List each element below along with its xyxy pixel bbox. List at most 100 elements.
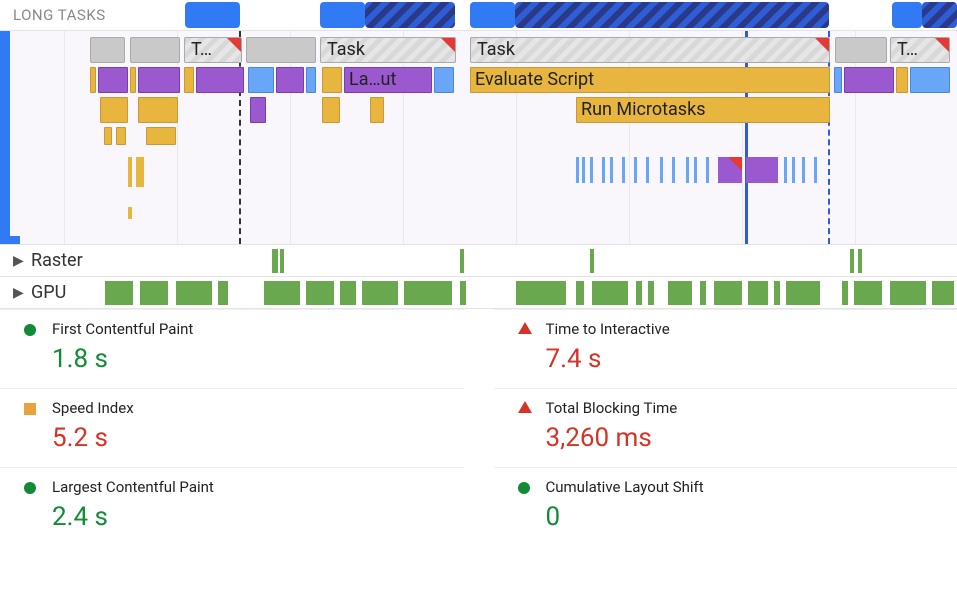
gpu-bar[interactable] (714, 281, 742, 305)
task-segment[interactable]: Task (470, 37, 830, 63)
gpu-bar[interactable] (890, 281, 926, 305)
disclosure-triangle-icon[interactable]: ▶ (13, 253, 24, 269)
metric-value: 7.4 s (546, 344, 948, 374)
flame-event[interactable]: La…ut (344, 67, 432, 93)
metric-speed-index[interactable]: Speed Index 5.2 s (0, 388, 464, 467)
task-segment[interactable] (130, 37, 180, 63)
task-segment[interactable] (90, 37, 125, 63)
flame-event[interactable] (746, 157, 778, 183)
gpu-bar[interactable] (786, 281, 820, 305)
flame-event[interactable] (276, 67, 304, 93)
flame-event[interactable] (146, 127, 176, 145)
gpu-bar[interactable] (748, 281, 768, 305)
raster-track[interactable]: ▶ Raster (0, 245, 957, 277)
gpu-track[interactable]: ▶ GPU (0, 277, 957, 309)
status-poor-icon (518, 401, 532, 413)
long-task-bar[interactable] (365, 2, 455, 28)
gpu-bar[interactable] (404, 281, 452, 305)
metric-label: Speed Index (52, 399, 454, 417)
task-segment[interactable] (835, 37, 887, 63)
metric-tti[interactable]: Time to Interactive 7.4 s (494, 309, 957, 388)
long-task-bar[interactable] (922, 2, 957, 28)
flame-event[interactable] (90, 67, 96, 93)
raster-bar[interactable] (850, 249, 854, 273)
timeline-gutter (0, 31, 10, 244)
tick-area (90, 157, 957, 237)
gpu-bar[interactable] (854, 281, 882, 305)
gpu-bar[interactable] (592, 281, 628, 305)
flame-event[interactable] (322, 67, 342, 93)
flame-event[interactable] (306, 67, 316, 93)
flame-event-evaluate-script[interactable]: Evaluate Script (470, 67, 830, 93)
metric-lcp[interactable]: Largest Contentful Paint 2.4 s (0, 467, 464, 546)
gpu-bar[interactable] (460, 281, 466, 305)
raster-bar[interactable] (280, 249, 284, 273)
metric-cls[interactable]: Cumulative Layout Shift 0 (494, 467, 957, 546)
status-good-icon (518, 482, 530, 494)
raster-bar[interactable] (460, 249, 464, 273)
event-label: Run Microtasks (581, 99, 706, 120)
activity-track: La…ut Evaluate Script (90, 67, 957, 93)
metric-tbt[interactable]: Total Blocking Time 3,260 ms (494, 388, 957, 467)
long-task-bar[interactable] (185, 2, 240, 28)
gpu-bar[interactable] (668, 281, 692, 305)
long-task-bar[interactable] (320, 2, 365, 28)
gpu-bar[interactable] (842, 281, 848, 305)
gpu-bar[interactable] (176, 281, 212, 305)
activity-track: Run Microtasks (90, 97, 957, 123)
flame-event[interactable] (370, 97, 384, 123)
metrics-grid: First Contentful Paint 1.8 s Speed Index… (0, 309, 957, 546)
task-segment[interactable]: Task (320, 37, 456, 63)
status-good-icon (24, 482, 36, 494)
gpu-bar[interactable] (774, 281, 780, 305)
flame-event[interactable] (896, 67, 908, 93)
flame-event[interactable] (116, 127, 126, 145)
flame-event[interactable] (248, 67, 274, 93)
task-segment[interactable]: T… (890, 37, 950, 63)
gpu-bar[interactable] (140, 281, 168, 305)
gpu-bar[interactable] (306, 281, 334, 305)
gpu-bar[interactable] (264, 281, 300, 305)
metric-label: Total Blocking Time (546, 399, 948, 417)
long-task-bar[interactable] (470, 2, 515, 28)
gpu-bar[interactable] (340, 281, 356, 305)
gpu-bar[interactable] (648, 281, 654, 305)
track-label: Raster (31, 250, 83, 271)
raster-bar[interactable] (590, 249, 594, 273)
flame-event-run-microtasks[interactable]: Run Microtasks (576, 97, 830, 123)
long-task-bar[interactable] (515, 2, 829, 28)
raster-bar[interactable] (272, 249, 278, 273)
gpu-bar[interactable] (700, 281, 706, 305)
disclosure-triangle-icon[interactable]: ▶ (13, 285, 24, 301)
main-thread-flame[interactable]: T… Task Task T… La…ut (0, 30, 957, 245)
gpu-bar[interactable] (105, 281, 133, 305)
flame-event[interactable] (834, 67, 842, 93)
flame-event[interactable] (98, 67, 128, 93)
long-tasks-label: LONG TASKS (13, 6, 106, 24)
flame-event[interactable] (910, 67, 950, 93)
flame-event[interactable] (718, 157, 742, 183)
flame-event[interactable] (100, 97, 128, 123)
metric-label: Time to Interactive (546, 320, 948, 338)
long-task-bar[interactable] (892, 2, 922, 28)
gpu-bar[interactable] (576, 281, 584, 305)
gpu-bar[interactable] (932, 281, 954, 305)
flame-event[interactable] (322, 97, 340, 123)
flame-event[interactable] (138, 97, 178, 123)
task-segment[interactable] (246, 37, 316, 63)
task-segment[interactable]: T… (184, 37, 242, 63)
flame-event[interactable] (196, 67, 244, 93)
gpu-bar[interactable] (516, 281, 566, 305)
flame-event[interactable] (130, 67, 136, 93)
flame-event[interactable] (434, 67, 454, 93)
flame-event[interactable] (138, 67, 180, 93)
gpu-bar[interactable] (362, 281, 398, 305)
flame-event[interactable] (844, 67, 894, 93)
flame-event[interactable] (184, 67, 194, 93)
gpu-bar[interactable] (218, 281, 228, 305)
raster-bar[interactable] (858, 249, 862, 273)
metric-fcp[interactable]: First Contentful Paint 1.8 s (0, 309, 464, 388)
flame-event[interactable] (250, 97, 266, 123)
gpu-bar[interactable] (636, 281, 642, 305)
flame-event[interactable] (104, 127, 112, 145)
